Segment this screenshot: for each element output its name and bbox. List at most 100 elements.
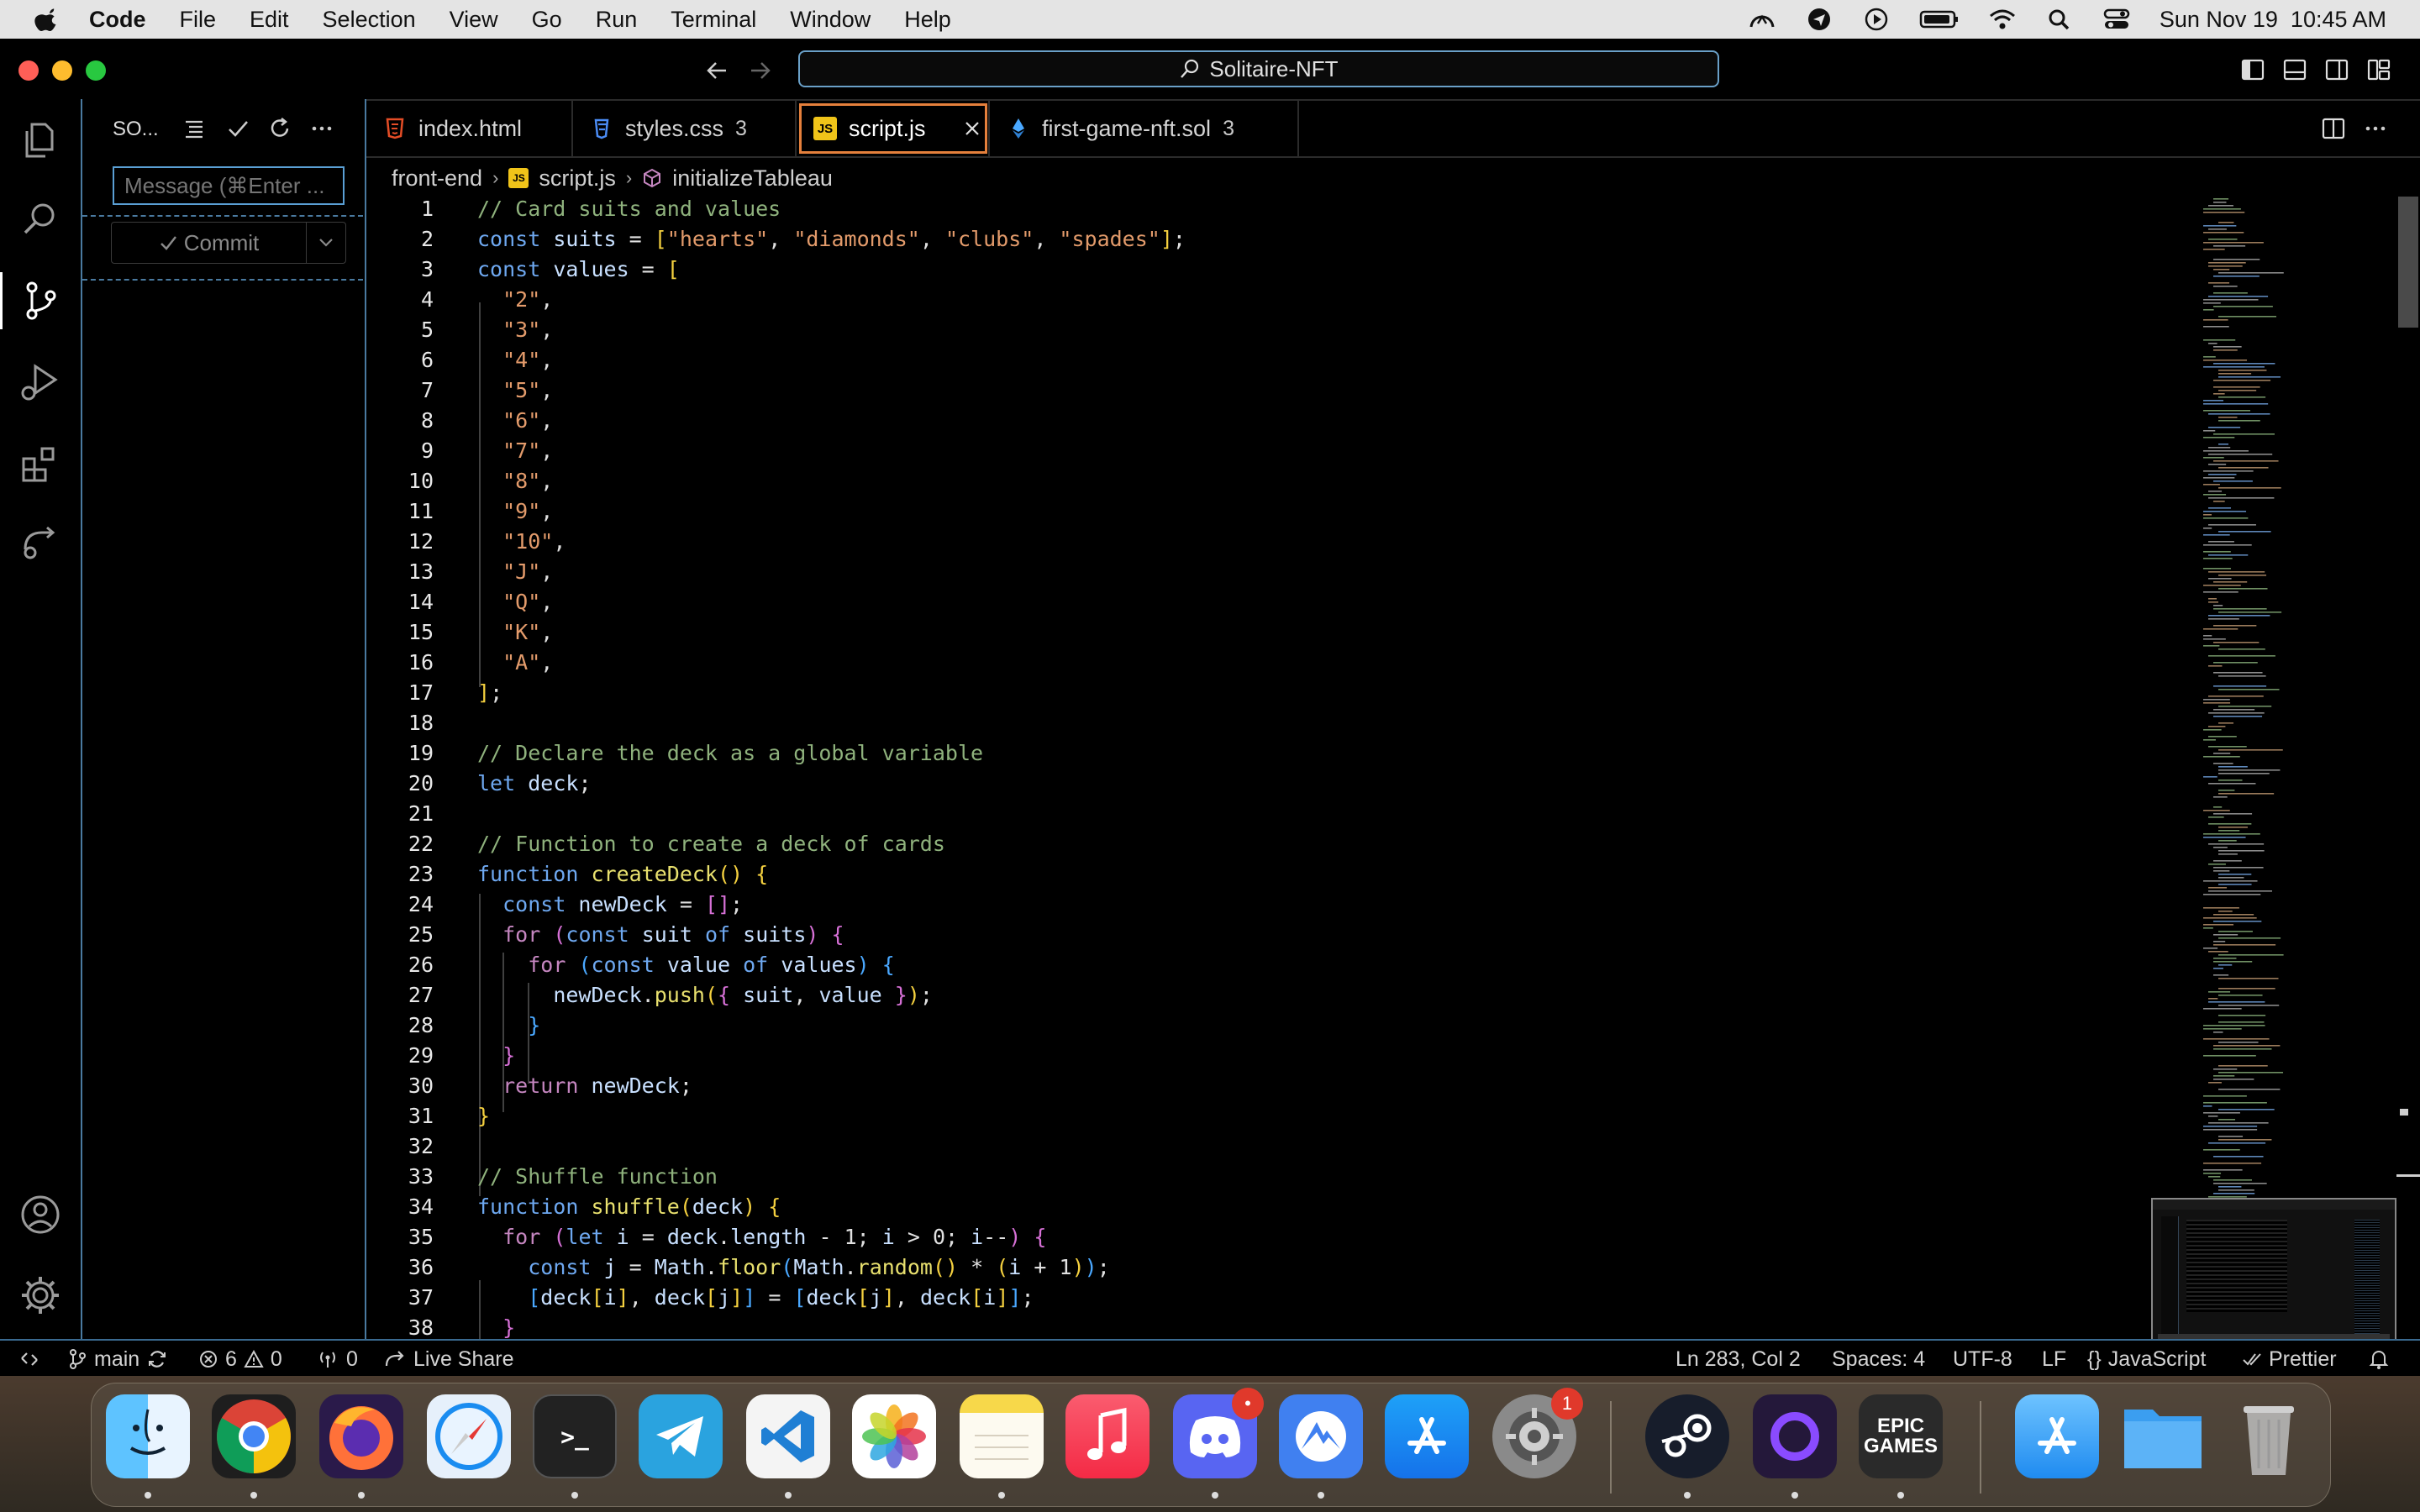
code-line[interactable]: 12 "10", xyxy=(366,529,2198,559)
notifications-status[interactable] xyxy=(2368,1341,2390,1378)
apple-logo-icon[interactable] xyxy=(34,7,59,32)
code-line[interactable]: 2 const suits = ["hearts", "diamonds", "c… xyxy=(366,227,2198,257)
menu-selection[interactable]: Selection xyxy=(323,7,416,33)
code-line[interactable]: 1 // Card suits and values xyxy=(366,197,2198,227)
search-view-icon[interactable] xyxy=(17,195,64,242)
tab-styles-css[interactable]: styles.css 3 xyxy=(573,101,797,156)
code-line[interactable]: 8 "6", xyxy=(366,408,2198,438)
close-window-button[interactable] xyxy=(18,60,39,81)
code-line[interactable]: 25 for (const suit of suits) { xyxy=(366,922,2198,953)
menu-file[interactable]: File xyxy=(180,7,217,33)
chrome-icon[interactable] xyxy=(212,1394,296,1478)
code-line[interactable]: 6 "4", xyxy=(366,348,2198,378)
vscode-icon[interactable] xyxy=(746,1394,830,1478)
explorer-files-icon[interactable] xyxy=(17,116,64,163)
commit-check-icon[interactable] xyxy=(225,116,250,141)
code-line[interactable]: 23 function createDeck() { xyxy=(366,862,2198,892)
tab-index-html[interactable]: index.html xyxy=(366,101,573,156)
scrollbar-thumb[interactable] xyxy=(2398,197,2418,328)
menu-run[interactable]: Run xyxy=(596,7,638,33)
code-line[interactable]: 29 } xyxy=(366,1043,2198,1074)
toggle-secondary-sidebar-icon[interactable] xyxy=(2324,57,2349,82)
photos-icon[interactable] xyxy=(852,1394,936,1478)
code-line[interactable]: 27 newDeck.push({ suit, value }); xyxy=(366,983,2198,1013)
code-line[interactable]: 22 // Function to create a deck of cards xyxy=(366,832,2198,862)
applications-folder-icon[interactable] xyxy=(2015,1394,2099,1478)
indentation-status[interactable]: Spaces: 4 xyxy=(1832,1341,1925,1378)
wifi-icon[interactable] xyxy=(1988,7,2017,32)
breadcrumb-folder[interactable]: front-end xyxy=(392,165,482,192)
cursor-position[interactable]: Ln 283, Col 2 xyxy=(1676,1341,1801,1378)
trash-icon[interactable] xyxy=(2227,1394,2311,1478)
minimap[interactable] xyxy=(2195,195,2396,1337)
commit-message-input[interactable] xyxy=(113,166,345,205)
code-line[interactable]: 32 xyxy=(366,1134,2198,1164)
remote-indicator[interactable] xyxy=(18,1341,40,1378)
editor-more-actions-icon[interactable] xyxy=(2363,116,2388,141)
code-line[interactable]: 13 "J", xyxy=(366,559,2198,590)
menu-app-name[interactable]: Code xyxy=(89,7,146,33)
code-line[interactable]: 31} xyxy=(366,1104,2198,1134)
tab-first-game-nft-sol[interactable]: first-game-nft.sol 3 xyxy=(990,101,1299,156)
view-as-tree-icon[interactable] xyxy=(182,116,207,141)
problems-status[interactable]: 6 0 xyxy=(198,1341,282,1378)
encoding-status[interactable]: UTF-8 xyxy=(1953,1341,2012,1378)
code-line[interactable]: 35 for (let i = deck.length - 1; i > 0; … xyxy=(366,1225,2198,1255)
code-line[interactable]: 24 const newDeck = []; xyxy=(366,892,2198,922)
code-line[interactable]: 16 "A", xyxy=(366,650,2198,680)
safari-icon[interactable] xyxy=(427,1394,511,1478)
battery-icon[interactable] xyxy=(1919,7,1960,32)
telegram-icon[interactable] xyxy=(639,1394,723,1478)
finder-icon[interactable] xyxy=(106,1394,190,1478)
tab-script-js[interactable]: JS script.js xyxy=(797,101,990,156)
breadcrumb-symbol[interactable]: initializeTableau xyxy=(672,165,833,192)
language-mode-status[interactable]: {} JavaScript xyxy=(2087,1341,2206,1378)
notes-icon[interactable] xyxy=(960,1394,1044,1478)
git-branch-status[interactable]: main xyxy=(67,1341,168,1378)
steam-icon[interactable] xyxy=(1645,1394,1729,1478)
code-line[interactable]: 33 // Shuffle function xyxy=(366,1164,2198,1194)
play-circle-icon[interactable] xyxy=(1862,7,1891,32)
command-center-search[interactable]: Solitaire-NFT xyxy=(798,50,1719,87)
more-actions-icon[interactable] xyxy=(309,116,334,141)
extensions-icon[interactable] xyxy=(17,440,64,487)
code-line[interactable]: 21 xyxy=(366,801,2198,832)
code-line[interactable]: 10 "8", xyxy=(366,469,2198,499)
accounts-icon[interactable] xyxy=(17,1191,64,1238)
code-line[interactable]: 38 } xyxy=(366,1315,2198,1339)
proton-vpn-icon[interactable] xyxy=(1753,1394,1837,1478)
menu-go[interactable]: Go xyxy=(532,7,562,33)
commit-button[interactable]: Commit xyxy=(112,223,307,263)
code-line[interactable]: 4 "2", xyxy=(366,287,2198,318)
breadcrumb-file[interactable]: script.js xyxy=(539,165,616,192)
code-line[interactable]: 19 // Declare the deck as a global variab… xyxy=(366,741,2198,771)
forward-arrow-icon[interactable] xyxy=(748,59,773,82)
code-editor[interactable]: 1 // Card suits and values 2 const suits = … xyxy=(366,197,2420,1339)
code-line[interactable]: 26 for (const value of values) { xyxy=(366,953,2198,983)
menu-view[interactable]: View xyxy=(450,7,498,33)
code-line[interactable]: 7 "5", xyxy=(366,378,2198,408)
code-line[interactable]: 9 "7", xyxy=(366,438,2198,469)
editor-scrollbar[interactable] xyxy=(2396,197,2420,1339)
source-control-icon[interactable] xyxy=(17,277,64,324)
toggle-panel-icon[interactable] xyxy=(2282,57,2307,82)
toggle-primary-sidebar-icon[interactable] xyxy=(2240,57,2265,82)
sync-icon[interactable] xyxy=(146,1348,168,1370)
code-line[interactable]: 11 "9", xyxy=(366,499,2198,529)
ports-status[interactable]: 0 xyxy=(316,1341,358,1378)
back-arrow-icon[interactable] xyxy=(704,59,729,82)
code-line[interactable]: 20 let deck; xyxy=(366,771,2198,801)
creative-cloud-icon[interactable] xyxy=(1748,7,1776,32)
menu-help[interactable]: Help xyxy=(904,7,951,33)
nordvpn-icon[interactable] xyxy=(1279,1394,1363,1478)
code-line[interactable]: 5 "3", xyxy=(366,318,2198,348)
music-icon[interactable] xyxy=(1065,1394,1150,1478)
customize-layout-icon[interactable] xyxy=(2366,57,2391,82)
close-icon[interactable] xyxy=(963,119,981,138)
control-center-icon[interactable] xyxy=(2102,7,2131,32)
live-share-status[interactable]: Live Share xyxy=(383,1341,514,1378)
location-arrow-icon[interactable] xyxy=(1805,7,1833,32)
code-line[interactable]: 15 "K", xyxy=(366,620,2198,650)
remote-explorer-icon[interactable] xyxy=(17,519,64,566)
terminal-icon[interactable]: >_ xyxy=(533,1394,617,1478)
